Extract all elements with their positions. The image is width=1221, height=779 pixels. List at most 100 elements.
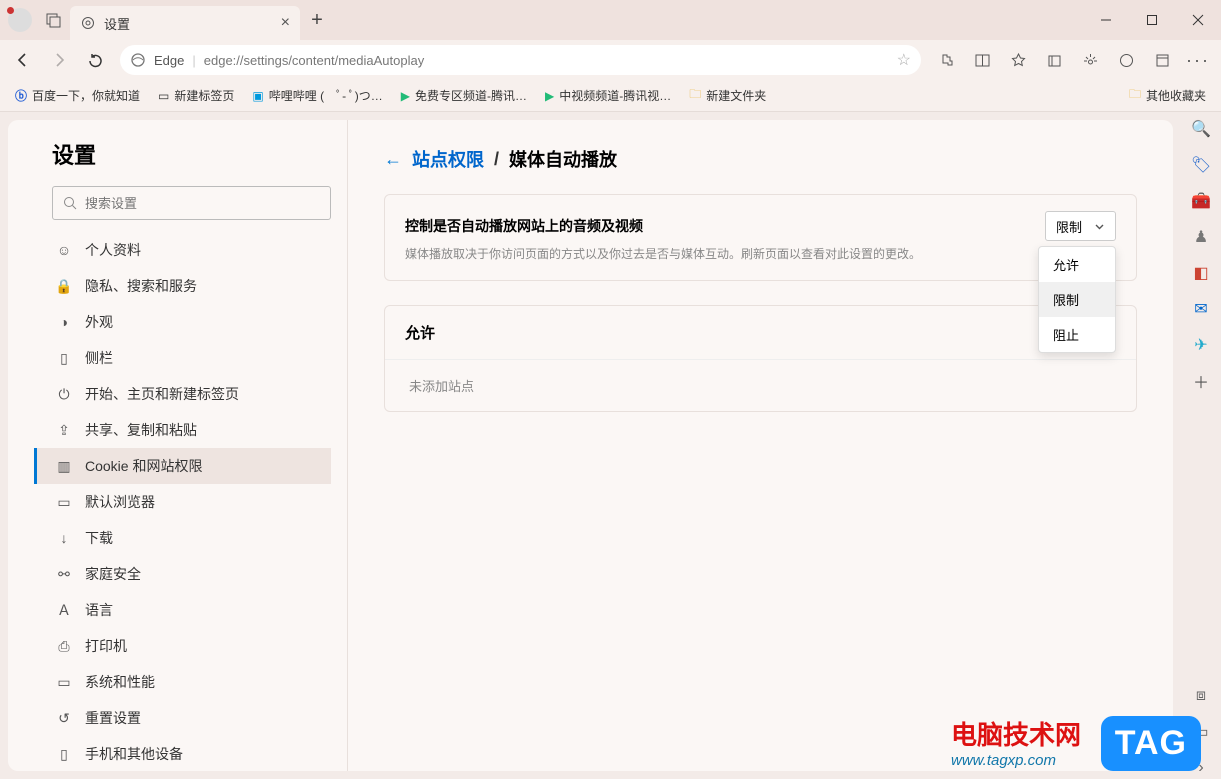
- watermark: 电脑技术网 www.tagxp.com: [951, 715, 1081, 769]
- nav-share[interactable]: ⇪共享、复制和粘贴: [34, 412, 331, 448]
- nav-appearance[interactable]: ◑外观: [34, 304, 331, 340]
- collections-icon[interactable]: [1037, 44, 1071, 76]
- breadcrumb-current: 媒体自动播放: [509, 146, 617, 172]
- dropdown-menu: 允许 限制 阻止: [1038, 246, 1116, 353]
- address-engine: Edge: [154, 53, 184, 68]
- control-title: 控制是否自动播放网站上的音频及视频: [405, 216, 643, 236]
- watermark-tag: TAG: [1101, 716, 1201, 771]
- system-icon: ▭: [55, 674, 73, 691]
- split-screen-icon[interactable]: [965, 44, 999, 76]
- allow-sites-empty: 未添加站点: [385, 360, 1136, 411]
- palette-icon: ◑: [55, 314, 73, 330]
- dropdown-selected: 限制: [1056, 217, 1082, 236]
- new-tab-button[interactable]: +: [300, 9, 334, 32]
- nav-default-browser[interactable]: ▭默认浏览器: [34, 484, 331, 520]
- chevron-down-icon: [1094, 221, 1105, 232]
- settings-search[interactable]: [52, 186, 331, 220]
- nav-sidebar[interactable]: ▯侧栏: [34, 340, 331, 376]
- nav-phone[interactable]: ▯手机和其他设备: [34, 736, 331, 771]
- folder-icon: 🗀: [1129, 85, 1141, 106]
- tools-rail-icon[interactable]: 🧰: [1190, 190, 1212, 212]
- nav-printers[interactable]: ⎙打印机: [34, 628, 331, 664]
- capture-rail-icon[interactable]: ⧈: [1190, 685, 1212, 707]
- profile-avatar[interactable]: [8, 8, 32, 32]
- nav-reset[interactable]: ↺重置设置: [34, 700, 331, 736]
- profile-icon: ☺: [55, 242, 73, 258]
- printer-icon: ⎙: [55, 638, 73, 655]
- nav-start[interactable]: ⏻开始、主页和新建标签页: [34, 376, 331, 412]
- nav-system[interactable]: ▭系统和性能: [34, 664, 331, 700]
- browser-essentials-icon[interactable]: [1109, 44, 1143, 76]
- bookmarks-bar: ⓑ百度一下，你就知道 ▭新建标签页 ▣哔哩哔哩 ( ﾟ- ﾟ)つ… ▶免费专区频…: [0, 80, 1221, 112]
- other-bookmarks[interactable]: 🗀其他收藏夹: [1122, 82, 1213, 109]
- gear-icon: [80, 15, 96, 31]
- bookmark-item[interactable]: ⓑ百度一下，你就知道: [8, 84, 147, 107]
- shopping-rail-icon[interactable]: 🏷: [1190, 154, 1212, 176]
- breadcrumb-link[interactable]: 站点权限: [412, 146, 484, 172]
- extensions-icon[interactable]: [929, 44, 963, 76]
- window-minimize-button[interactable]: [1083, 0, 1129, 40]
- window-titlebar: 设置 × +: [0, 0, 1221, 40]
- favorite-star-icon[interactable]: ☆: [897, 50, 911, 70]
- settings-main: ← 站点权限 / 媒体自动播放 控制是否自动播放网站上的音频及视频 限制 允许: [348, 120, 1173, 771]
- video-icon: ▶: [401, 89, 410, 103]
- nav-languages[interactable]: Ａ语言: [34, 592, 331, 628]
- nav-profile[interactable]: ☺个人资料: [34, 232, 331, 268]
- window-maximize-button[interactable]: [1129, 0, 1175, 40]
- bookmark-item[interactable]: ▶免费专区频道-腾讯…: [394, 84, 534, 107]
- tab-title: 设置: [104, 14, 130, 33]
- page-icon: ▭: [158, 89, 169, 103]
- nav-downloads[interactable]: ↓下载: [34, 520, 331, 556]
- nav-family[interactable]: ⚯家庭安全: [34, 556, 331, 592]
- close-tab-icon[interactable]: ×: [281, 14, 290, 32]
- baidu-icon: ⓑ: [15, 87, 27, 104]
- address-bar[interactable]: Edge | edge://settings/content/mediaAuto…: [120, 45, 921, 75]
- search-rail-icon[interactable]: 🔍: [1190, 118, 1212, 140]
- autoplay-dropdown[interactable]: 限制 允许 限制 阻止: [1045, 211, 1116, 241]
- home-icon: ⏻: [55, 386, 73, 403]
- tab-actions-icon[interactable]: [38, 12, 70, 28]
- refresh-button[interactable]: [78, 44, 112, 76]
- settings-heading: 设置: [52, 138, 331, 170]
- address-url: edge://settings/content/mediaAutoplay: [204, 53, 889, 68]
- app-icon[interactable]: [1145, 44, 1179, 76]
- option-block[interactable]: 阻止: [1039, 317, 1115, 352]
- option-limit[interactable]: 限制: [1039, 282, 1115, 317]
- language-icon: Ａ: [55, 600, 73, 620]
- forward-button: [42, 44, 76, 76]
- performance-icon[interactable]: [1073, 44, 1107, 76]
- watermark-url: www.tagxp.com: [951, 752, 1081, 769]
- outlook-rail-icon[interactable]: ✉: [1190, 298, 1212, 320]
- lock-icon: 🔒: [55, 278, 73, 295]
- nav-privacy[interactable]: 🔒隐私、搜索和服务: [34, 268, 331, 304]
- video-icon: ▶: [545, 89, 554, 103]
- control-desc: 媒体播放取决于你访问页面的方式以及你过去是否与媒体互动。刷新页面以查看对此设置的…: [385, 245, 1136, 280]
- nav-cookies[interactable]: ▥Cookie 和网站权限: [34, 448, 331, 484]
- phone-icon: ▯: [55, 746, 73, 763]
- search-icon: [63, 196, 77, 210]
- bookmark-item[interactable]: ▶中视频频道-腾讯视…: [538, 84, 678, 107]
- back-button[interactable]: [6, 44, 40, 76]
- bookmark-folder[interactable]: 🗀新建文件夹: [682, 82, 773, 109]
- bookmark-item[interactable]: ▣哔哩哔哩 ( ﾟ- ﾟ)つ…: [245, 84, 389, 107]
- window-close-button[interactable]: [1175, 0, 1221, 40]
- folder-icon: 🗀: [689, 85, 701, 106]
- option-allow[interactable]: 允许: [1039, 247, 1115, 282]
- settings-search-input[interactable]: [85, 196, 320, 211]
- bookmark-item[interactable]: ▭新建标签页: [151, 84, 241, 107]
- autoplay-control-card: 控制是否自动播放网站上的音频及视频 限制 允许 限制 阻止 媒体播放取决于你访问…: [384, 194, 1137, 281]
- menu-button[interactable]: ···: [1181, 44, 1215, 76]
- office-rail-icon[interactable]: ◧: [1190, 262, 1212, 284]
- send-rail-icon[interactable]: ✈: [1190, 334, 1212, 356]
- settings-nav: ☺个人资料 🔒隐私、搜索和服务 ◑外观 ▯侧栏 ⏻开始、主页和新建标签页 ⇪共享…: [34, 232, 331, 771]
- watermark-title: 电脑技术网: [951, 715, 1081, 752]
- favorites-icon[interactable]: [1001, 44, 1035, 76]
- browser-tab-settings[interactable]: 设置 ×: [70, 6, 300, 40]
- share-icon: ⇪: [55, 422, 73, 439]
- add-rail-icon[interactable]: ＋: [1190, 370, 1212, 392]
- download-icon: ↓: [55, 530, 73, 546]
- breadcrumb: ← 站点权限 / 媒体自动播放: [384, 146, 1137, 172]
- breadcrumb-back-icon[interactable]: ←: [384, 149, 402, 170]
- breadcrumb-sep: /: [494, 149, 499, 170]
- games-rail-icon[interactable]: ♟: [1190, 226, 1212, 248]
